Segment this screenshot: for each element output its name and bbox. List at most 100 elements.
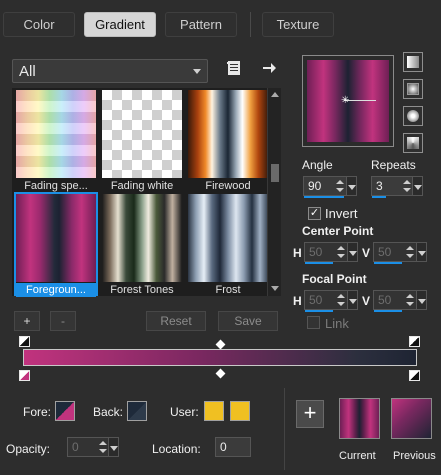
- fore-label: Fore:: [23, 405, 52, 419]
- fore-swatch[interactable]: [55, 401, 75, 421]
- tab-bar: Color Gradient Pattern Texture: [0, 0, 441, 44]
- repeats-slider-bar[interactable]: [372, 196, 386, 198]
- focal-v-slider-bar[interactable]: [374, 310, 402, 312]
- color-midpoint-marker[interactable]: [215, 368, 226, 379]
- sunburst-gradient-icon[interactable]: [403, 133, 423, 153]
- repeats-input[interactable]: 3: [371, 176, 423, 198]
- back-swatch[interactable]: [127, 401, 147, 421]
- gradient-item-label: Frost: [215, 284, 241, 296]
- focal-v-stepper[interactable]: [405, 291, 415, 309]
- location-input[interactable]: 0: [215, 437, 251, 457]
- tab-color[interactable]: Color: [3, 12, 75, 37]
- rectangular-gradient-icon[interactable]: [403, 79, 423, 99]
- gradient-item-label: Firewood: [205, 180, 251, 192]
- previous-label: Previous: [393, 450, 436, 462]
- opacity-stop-left[interactable]: [19, 336, 30, 347]
- add-gradient-button[interactable]: +: [14, 311, 40, 331]
- center-point-label: Center Point: [302, 224, 374, 238]
- gradient-item-fading-spectrum[interactable]: Fading spe...: [16, 90, 96, 192]
- color-stop-right[interactable]: [409, 370, 420, 381]
- gradient-thumbnail: [102, 194, 182, 282]
- opacity-stop-right[interactable]: [409, 336, 420, 347]
- linear-gradient-icon[interactable]: [403, 52, 423, 72]
- center-v-label: V: [362, 246, 371, 260]
- previous-preview[interactable]: [391, 398, 432, 439]
- angle-label: Angle: [302, 158, 333, 172]
- gradient-item-forest-tones[interactable]: Forest Tones: [102, 194, 182, 296]
- tab-pattern[interactable]: Pattern: [165, 12, 237, 37]
- user-label: User:: [170, 405, 199, 419]
- angle-slider-bar[interactable]: [304, 196, 344, 198]
- opacity-input[interactable]: 0: [67, 437, 119, 457]
- color-stop-left[interactable]: [19, 370, 30, 381]
- gradient-gallery: Fading spe... Fading white Firewood Fore…: [12, 88, 280, 297]
- remove-gradient-button[interactable]: -: [50, 311, 76, 331]
- category-dropdown[interactable]: All: [12, 59, 208, 83]
- focal-h-slider-bar[interactable]: [305, 310, 333, 312]
- center-point-icon[interactable]: ✳: [341, 96, 349, 106]
- focal-h-value: 50: [309, 293, 323, 307]
- gallery-scrollbar[interactable]: [267, 88, 281, 296]
- focal-point-label: Focal Point: [302, 272, 367, 286]
- gradient-item-label: Fading spe...: [24, 180, 88, 192]
- focal-v-dropdown-button[interactable]: [416, 291, 426, 309]
- save-button[interactable]: Save: [218, 311, 278, 331]
- reset-button[interactable]: Reset: [146, 311, 206, 331]
- center-h-slider-bar[interactable]: [305, 262, 333, 264]
- user-swatch-2[interactable]: [230, 401, 250, 421]
- scroll-down-icon[interactable]: [271, 286, 279, 291]
- gradient-bar[interactable]: [23, 349, 417, 366]
- focal-h-dropdown-button[interactable]: [347, 291, 357, 309]
- gradient-thumbnail: [188, 90, 268, 178]
- add-to-library-button[interactable]: +: [296, 400, 324, 428]
- current-preview[interactable]: [339, 398, 380, 439]
- repeats-value: 3: [376, 179, 383, 193]
- invert-label: Invert: [325, 206, 358, 221]
- center-v-stepper[interactable]: [405, 243, 415, 261]
- gradient-item-foreground[interactable]: Foregroun...: [14, 192, 98, 297]
- center-h-stepper[interactable]: [336, 243, 346, 261]
- center-v-input[interactable]: 50: [373, 242, 427, 264]
- repeats-dropdown-button[interactable]: [412, 177, 422, 195]
- focal-h-input[interactable]: 50: [304, 290, 358, 312]
- gradient-item-fading-white[interactable]: Fading white: [102, 90, 182, 192]
- opacity-label: Opacity:: [6, 442, 51, 456]
- focal-h-label: H: [293, 294, 302, 308]
- arrow-right-icon[interactable]: [261, 60, 277, 76]
- gradient-item-label: Foregroun...: [16, 283, 96, 297]
- gradient-thumbnail: [16, 90, 96, 178]
- gradient-preview[interactable]: ✳: [302, 55, 394, 147]
- opacity-stepper[interactable]: [98, 438, 108, 456]
- scroll-up-icon[interactable]: [271, 92, 279, 97]
- angle-input[interactable]: 90: [303, 176, 357, 198]
- angle-stepper[interactable]: [335, 177, 345, 195]
- repeats-stepper[interactable]: [402, 177, 412, 195]
- center-h-dropdown-button[interactable]: [347, 243, 357, 261]
- center-v-dropdown-button[interactable]: [416, 243, 426, 261]
- opacity-dropdown-button[interactable]: [108, 438, 118, 456]
- gradient-item-frost[interactable]: Frost: [188, 194, 268, 296]
- center-h-input[interactable]: 50: [304, 242, 358, 264]
- tab-texture[interactable]: Texture: [262, 12, 334, 37]
- center-v-slider-bar[interactable]: [374, 262, 402, 264]
- focal-v-value: 50: [378, 293, 392, 307]
- panel-divider: [284, 388, 285, 470]
- repeats-label: Repeats: [371, 158, 416, 172]
- radial-gradient-icon[interactable]: [403, 106, 423, 126]
- user-swatch-1[interactable]: [204, 401, 224, 421]
- focal-h-stepper[interactable]: [336, 291, 346, 309]
- tab-gradient[interactable]: Gradient: [84, 12, 156, 37]
- invert-checkbox[interactable]: ✓: [308, 207, 321, 220]
- opacity-midpoint-marker[interactable]: [215, 339, 226, 350]
- list-view-icon[interactable]: [226, 60, 242, 76]
- angle-value: 90: [308, 179, 322, 193]
- category-dropdown-value: All: [19, 62, 36, 80]
- chevron-down-icon: [193, 69, 201, 74]
- gradient-item-label: Forest Tones: [110, 284, 174, 296]
- angle-dropdown-button[interactable]: [346, 177, 356, 195]
- gradient-item-firewood[interactable]: Firewood: [188, 90, 268, 192]
- scrollbar-thumb[interactable]: [271, 164, 279, 182]
- focal-v-label: V: [362, 294, 371, 308]
- focal-v-input[interactable]: 50: [373, 290, 427, 312]
- link-checkbox[interactable]: [307, 316, 320, 329]
